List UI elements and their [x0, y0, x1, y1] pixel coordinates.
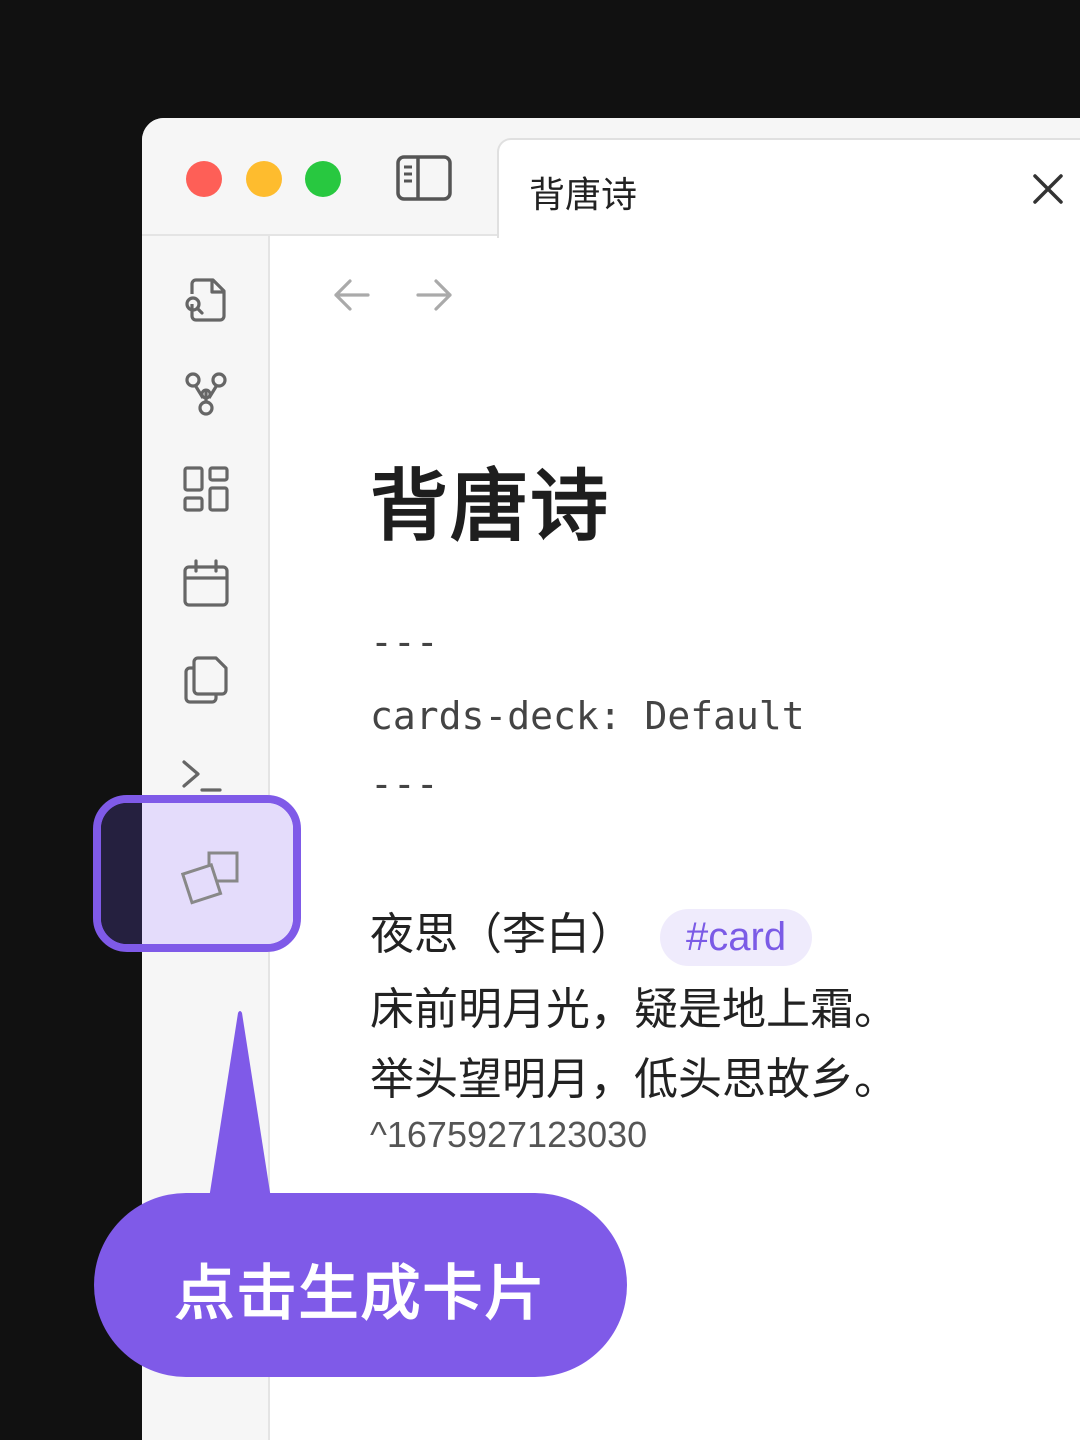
dashboard-icon[interactable] [180, 463, 232, 515]
close-tab-icon[interactable] [1031, 172, 1065, 206]
callout-pointer [208, 1011, 272, 1205]
callout-text: 点击生成卡片 [174, 1259, 547, 1329]
back-arrow-icon[interactable] [330, 273, 374, 317]
poem-heading-line: 夜思（李白） #card [370, 898, 813, 966]
calendar-icon[interactable] [180, 558, 232, 610]
flashcards-button-highlight[interactable] [93, 795, 301, 952]
close-window-button[interactable] [186, 161, 222, 197]
highlight-dark-part [101, 803, 142, 944]
flashcards-icon[interactable] [180, 845, 245, 909]
tab-active[interactable]: 背唐诗 [497, 138, 1080, 238]
title-bar: 背唐诗 [142, 118, 1080, 238]
frontmatter-line: cards-deck: Default [370, 694, 805, 738]
frontmatter-close: --- [370, 762, 439, 806]
minimize-window-button[interactable] [246, 161, 282, 197]
block-id: ^1675927123030 [370, 1114, 648, 1155]
callout-bubble: 点击生成卡片 [94, 1193, 627, 1377]
search-file-icon[interactable] [180, 274, 232, 326]
tab-title: 背唐诗 [529, 175, 638, 216]
card-tag[interactable]: #card [660, 908, 813, 966]
poem-heading: 夜思（李白） [370, 909, 634, 960]
frontmatter-open: --- [370, 620, 439, 664]
copy-icon[interactable] [180, 654, 232, 706]
poem-line-2: 举头望明月，低头思故乡。 [370, 1054, 898, 1105]
graph-view-icon[interactable] [180, 368, 232, 420]
document-title: 背唐诗 [370, 462, 611, 552]
forward-arrow-icon[interactable] [412, 273, 456, 317]
sidebar-toggle-icon[interactable] [396, 155, 452, 201]
poem-line-1: 床前明月光，疑是地上霜。 [370, 984, 898, 1035]
maximize-window-button[interactable] [305, 161, 341, 197]
